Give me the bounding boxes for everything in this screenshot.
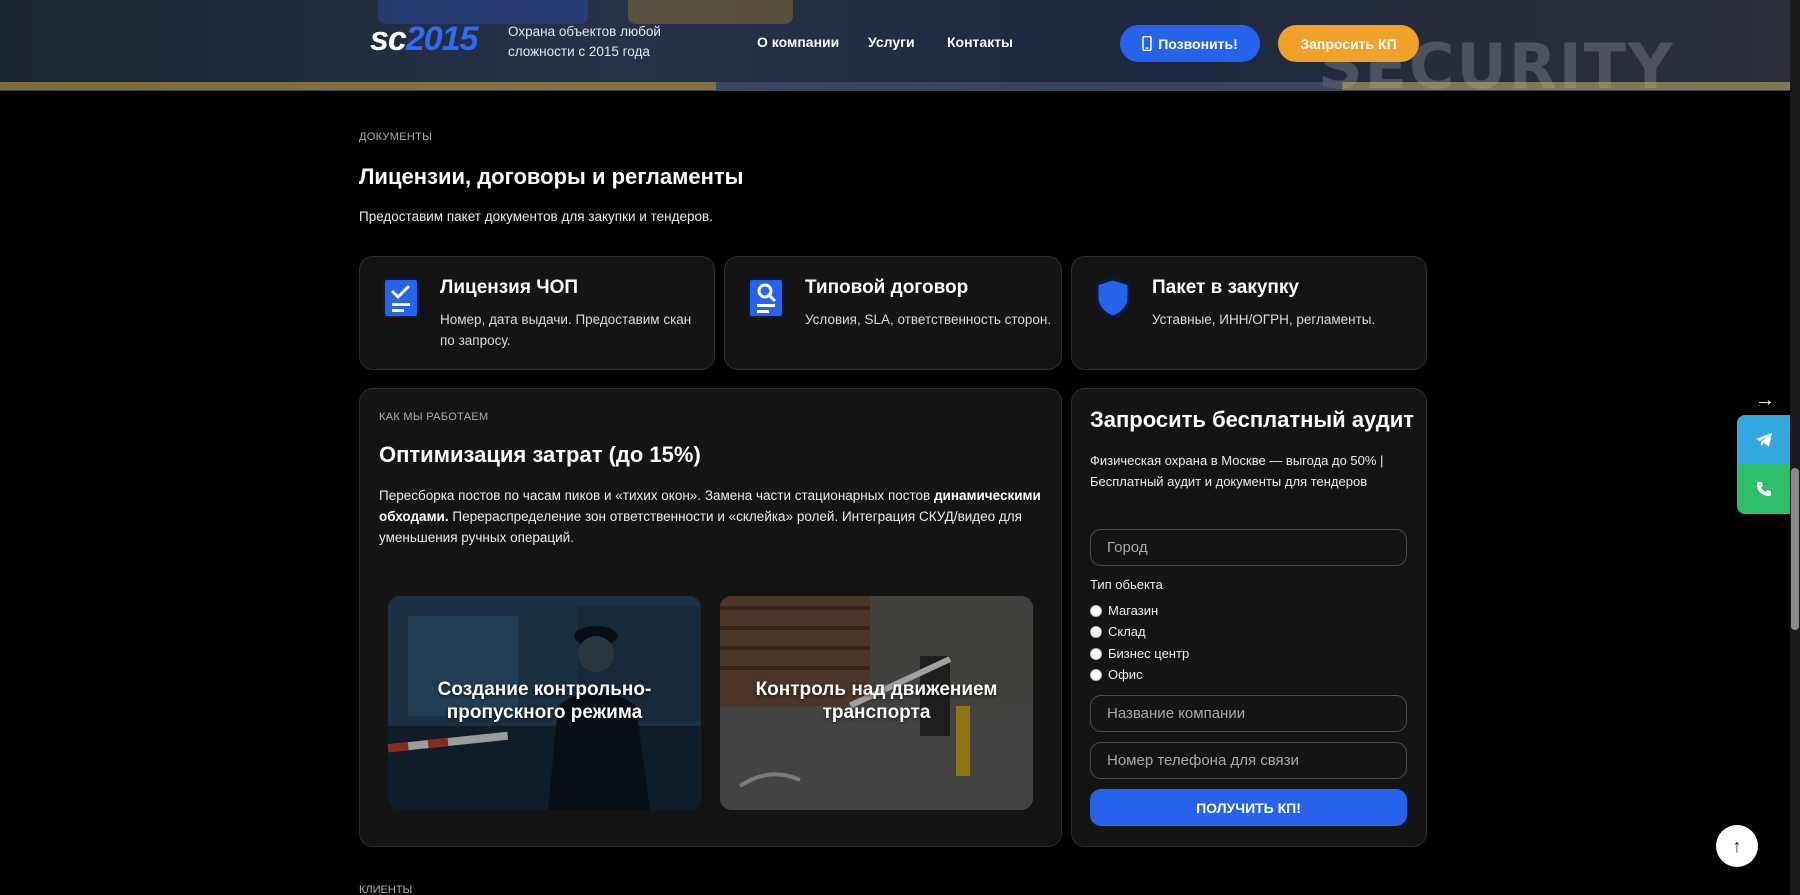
doc-card-text: Уставные, ИНН/ОГРН, регламенты.: [1152, 312, 1376, 327]
scrollbar-track[interactable]: [1790, 0, 1800, 895]
site-header: SECURITY sc2015 Охрана объектов любой сл…: [0, 0, 1790, 91]
scroll-to-top-button[interactable]: ↑: [1716, 825, 1758, 867]
company-name-input[interactable]: Название компании: [1090, 695, 1407, 732]
header-background-stripe: [0, 82, 1790, 90]
doc-card-title: Лицензия ЧОП: [440, 277, 579, 298]
nav-link-services[interactable]: Услуги: [868, 34, 915, 50]
header-tagline: Охрана объектов любой сложности с 2015 г…: [508, 24, 661, 59]
radio-button[interactable]: [1090, 604, 1102, 617]
object-type-label: Тип обьекта: [1090, 577, 1163, 592]
contract-search-icon: [748, 278, 784, 318]
how-we-work-eyebrow: КАК МЫ РАБОТАЕМ: [379, 411, 489, 423]
documents-lead: Предоставим пакет документов для закупки…: [359, 209, 713, 224]
call-button[interactable]: Позвонить!: [1120, 25, 1260, 62]
telegram-icon: [1755, 432, 1772, 447]
radio-label: Бизнес центр: [1108, 646, 1190, 661]
doc-card-license: Лицензия ЧОП Номер, дата выдачи. Предост…: [359, 256, 715, 370]
scrollbar-thumb[interactable]: [1791, 468, 1799, 630]
site-logo[interactable]: sc2015: [370, 20, 479, 59]
how-we-work-title: Оптимизация затрат (до 15%): [379, 442, 701, 467]
telegram-button[interactable]: [1737, 415, 1790, 464]
clients-eyebrow: КЛИЕНТЫ: [359, 884, 413, 895]
radio-button[interactable]: [1090, 625, 1102, 638]
doc-card-procurement: Пакет в закупку Уставные, ИНН/ОГРН, регл…: [1071, 256, 1427, 370]
documents-title: Лицензии, договоры и регламенты: [359, 164, 744, 189]
request-kp-button[interactable]: Запросить КП: [1278, 25, 1419, 62]
phone-button[interactable]: [1737, 464, 1790, 514]
doc-card-title: Пакет в закупку: [1152, 277, 1299, 298]
nav-link-contacts[interactable]: Контакты: [947, 34, 1013, 50]
shield-icon: [1095, 277, 1131, 319]
doc-card-text: Номер, дата выдачи. Предоставим скан по …: [440, 312, 692, 348]
body-text: Пересборка постов по часам пиков и «тихи…: [379, 488, 934, 503]
smartphone-icon: [1142, 36, 1152, 51]
phone-input[interactable]: Номер телефона для связи: [1090, 742, 1407, 779]
doc-card-text: Условия, SLA, ответственность сторон.: [805, 312, 1052, 327]
logo-sc: sc: [370, 20, 407, 58]
city-input[interactable]: Город: [1090, 529, 1407, 566]
license-check-icon: [383, 278, 419, 318]
side-collapse-arrow-icon[interactable]: →: [1755, 389, 1775, 412]
doc-card-contract: Типовой договор Условия, SLA, ответствен…: [724, 256, 1062, 370]
audit-form-description: Физическая охрана в Москве — выгода до 5…: [1090, 453, 1384, 489]
photo-caption: Создание контрольно-пропускного режима: [437, 679, 652, 723]
audit-request-form: Запросить бесплатный аудит Физическая ох…: [1071, 388, 1427, 847]
radio-shop[interactable]: Магазин: [1090, 603, 1158, 618]
radio-label: Магазин: [1108, 603, 1159, 618]
radio-button[interactable]: [1090, 668, 1102, 681]
radio-warehouse[interactable]: Склад: [1090, 624, 1146, 639]
documents-eyebrow: ДОКУМЕНТЫ: [359, 131, 433, 143]
how-we-work-body: Пересборка постов по часам пиков и «тихи…: [379, 485, 1044, 548]
get-kp-submit-button[interactable]: ПОЛУЧИТЬ КП!: [1090, 789, 1407, 826]
body-text: Перераспределение зон ответственности и …: [379, 509, 1022, 545]
audit-form-title: Запросить бесплатный аудит: [1090, 407, 1415, 432]
doc-card-title: Типовой договор: [805, 277, 969, 298]
logo-year: 2015: [405, 20, 479, 58]
photo-caption: Контроль над движением транспорта: [755, 679, 998, 723]
photo-vehicle-control[interactable]: Контроль над движением транспорта: [720, 596, 1033, 810]
radio-button[interactable]: [1090, 647, 1102, 660]
radio-label: Офис: [1108, 667, 1143, 682]
header-background-decoration: [628, 0, 793, 24]
call-button-label: Позвонить!: [1158, 35, 1238, 52]
radio-label: Склад: [1108, 624, 1146, 639]
phone-icon: [1756, 482, 1771, 496]
how-we-work-card: КАК МЫ РАБОТАЕМ Оптимизация затрат (до 1…: [359, 388, 1062, 847]
radio-office[interactable]: Офис: [1090, 667, 1143, 682]
photo-access-control[interactable]: Создание контрольно-пропускного режима: [388, 596, 701, 810]
radio-business-center[interactable]: Бизнес центр: [1090, 646, 1189, 661]
nav-link-about[interactable]: О компании: [757, 34, 839, 50]
